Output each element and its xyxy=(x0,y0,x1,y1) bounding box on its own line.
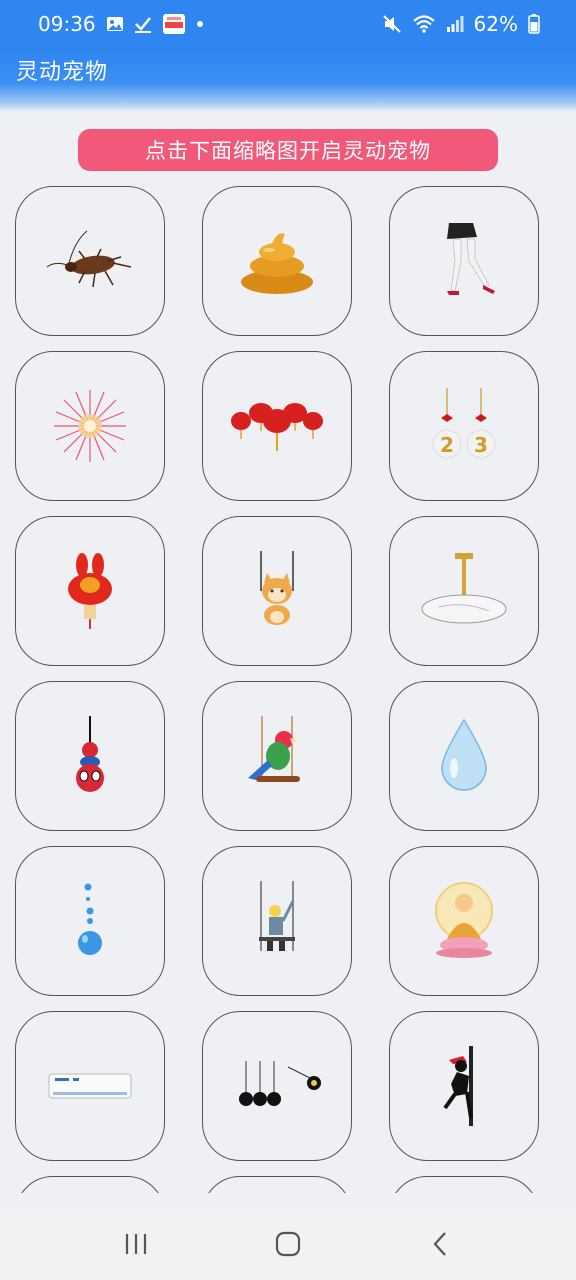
poop-icon xyxy=(241,233,313,294)
instruction-banner: 点击下面缩略图开启灵动宠物 xyxy=(78,129,498,171)
back-button[interactable] xyxy=(410,1214,470,1274)
battery-percent: 62% xyxy=(473,12,518,36)
spiderman-hanging-icon xyxy=(76,716,104,792)
parrot-swing-icon xyxy=(248,716,300,782)
pet-tile-poop[interactable] xyxy=(202,186,352,336)
back-icon xyxy=(433,1232,446,1256)
firework-icon xyxy=(54,390,126,462)
pet-tile-parrot[interactable] xyxy=(202,681,352,831)
svg-text:3: 3 xyxy=(474,433,488,457)
pet-tile-bubbles[interactable] xyxy=(15,846,165,996)
pet-tile-spiderman[interactable] xyxy=(15,681,165,831)
pet-tile-partial[interactable] xyxy=(15,1176,165,1193)
home-button[interactable] xyxy=(258,1214,318,1274)
pet-tile-cockroach[interactable] xyxy=(15,186,165,336)
battery-icon xyxy=(528,14,540,34)
dot-icon xyxy=(196,20,204,28)
pet-tile-buddha[interactable] xyxy=(389,846,539,996)
newtons-cradle-icon xyxy=(239,1061,321,1106)
pet-tile-lanterns[interactable] xyxy=(202,351,352,501)
home-icon xyxy=(275,1231,301,1257)
air-conditioner-icon xyxy=(48,1073,132,1099)
pet-tile-firework[interactable] xyxy=(15,351,165,501)
pet-tile-pole-climber[interactable] xyxy=(389,1011,539,1161)
mute-icon xyxy=(382,14,402,34)
buddha-icon xyxy=(435,882,493,958)
checkmark-icon xyxy=(134,15,152,33)
pole-climber-icon xyxy=(443,1046,473,1126)
window-cleaner-icon xyxy=(259,881,295,951)
pet-tile-rabbit-lantern[interactable] xyxy=(15,516,165,666)
pet-tile-air-conditioner[interactable] xyxy=(15,1011,165,1161)
svg-text:2: 2 xyxy=(440,433,454,457)
red-lanterns-icon xyxy=(231,403,323,451)
page-title: 灵动宠物 xyxy=(16,60,109,85)
pet-tile-partial[interactable] xyxy=(202,1176,352,1193)
recents-button[interactable] xyxy=(106,1214,166,1274)
ceiling-fan-icon xyxy=(421,553,507,624)
pet-tile-ceiling-fan[interactable] xyxy=(389,516,539,666)
rabbit-lantern-icon xyxy=(68,553,112,629)
pet-grid: 2 3 xyxy=(0,185,576,1193)
pet-tile-23[interactable]: 2 3 xyxy=(389,351,539,501)
pet-tile-legs[interactable] xyxy=(389,186,539,336)
gallery-icon xyxy=(106,15,124,33)
app-header: 灵动宠物 xyxy=(0,48,576,112)
water-drop-icon xyxy=(441,718,487,791)
legs-high-heels-icon xyxy=(447,223,495,295)
pet-tile-partial[interactable] xyxy=(389,1176,539,1193)
pet-tile-newtons-cradle[interactable] xyxy=(202,1011,352,1161)
pet-tile-shiba[interactable] xyxy=(202,516,352,666)
number-23-ornaments-icon: 2 3 xyxy=(432,388,496,459)
shiba-swing-icon xyxy=(260,551,294,625)
system-navigation-bar xyxy=(0,1208,576,1280)
pet-tile-water-drop[interactable] xyxy=(389,681,539,831)
pet-tile-window-cleaner[interactable] xyxy=(202,846,352,996)
app-notification-icon xyxy=(162,13,186,35)
status-bar: 09:36 62% xyxy=(0,0,576,48)
clock: 09:36 xyxy=(38,12,96,36)
cockroach-icon xyxy=(46,230,132,288)
recents-icon xyxy=(125,1234,147,1254)
wifi-icon xyxy=(412,14,436,34)
signal-icon xyxy=(446,15,464,33)
bubble-drop-icon xyxy=(78,883,102,955)
